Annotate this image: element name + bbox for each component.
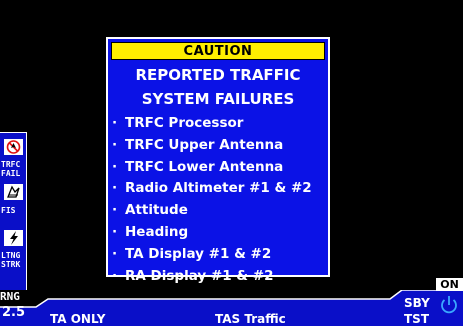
caution-dialog: CAUTION REPORTED TRAFFIC SYSTEM FAILURES… xyxy=(106,37,330,284)
mfd-screen: CAUTION REPORTED TRAFFIC SYSTEM FAILURES… xyxy=(0,0,463,326)
bullet-icon: · xyxy=(112,115,118,131)
power-icon[interactable] xyxy=(438,294,460,316)
bullet-icon: · xyxy=(112,202,118,219)
failure-label: TRFC Processor xyxy=(125,115,244,131)
failure-item: · Radio Altimeter #1 & #2 xyxy=(112,178,326,200)
traffic-fail-icon[interactable] xyxy=(3,138,24,156)
failure-item: · Heading xyxy=(112,222,326,244)
traffic-source: TAS Traffic xyxy=(215,312,286,326)
range-value[interactable]: 2.5 xyxy=(2,305,25,321)
traffic-mode: TA ONLY xyxy=(50,312,106,326)
failure-label: Attitude xyxy=(125,202,188,219)
bullet-icon: · xyxy=(112,136,118,153)
failure-label: TRFC Upper Antenna xyxy=(125,136,284,153)
failure-item: · RA Display #1 & #2 xyxy=(112,266,326,288)
failure-item: · TRFC Processor xyxy=(112,113,326,135)
caution-title-line2: SYSTEM FAILURES xyxy=(141,90,295,108)
failure-label: RA Display #1 & #2 xyxy=(125,267,274,284)
test-button[interactable]: TST xyxy=(404,312,429,326)
failure-label: TRFC Lower Antenna xyxy=(125,158,284,175)
standby-button[interactable]: SBY xyxy=(404,296,430,310)
failure-label: Heading xyxy=(125,223,189,240)
left-sidebar: TRFC FAIL FIS LTNG STRK xyxy=(0,132,27,290)
bullet-icon: · xyxy=(112,245,118,262)
ltng-label-line1: LTNG xyxy=(1,251,21,260)
range-label: RNG xyxy=(0,290,20,303)
bullet-icon: · xyxy=(112,158,118,175)
bullet-icon: · xyxy=(112,180,118,197)
caution-header: CAUTION xyxy=(111,42,325,60)
bullet-icon: · xyxy=(112,267,118,284)
failure-item: · TRFC Upper Antenna xyxy=(112,135,326,157)
failure-item: · TRFC Lower Antenna xyxy=(112,157,326,179)
failure-item: · TA Display #1 & #2 xyxy=(112,244,326,266)
trfc-fail-label-line1: TRFC xyxy=(1,160,21,169)
lightning-strike-icon[interactable] xyxy=(3,229,24,247)
trfc-fail-label-line2: FAIL xyxy=(1,169,21,178)
failure-list: · TRFC Processor · TRFC Upper Antenna · TRF… xyxy=(112,113,326,287)
caution-title-line1: REPORTED TRAFFIC xyxy=(135,66,301,84)
failure-label: TA Display #1 & #2 xyxy=(125,245,272,262)
failure-label: Radio Altimeter #1 & #2 xyxy=(125,180,312,197)
fis-label: FIS xyxy=(1,206,16,215)
failure-item: · Attitude xyxy=(112,200,326,222)
fis-icon[interactable] xyxy=(3,183,24,201)
on-status-badge: ON xyxy=(436,278,463,291)
ltng-label-line2: STRK xyxy=(1,260,21,269)
bullet-icon: · xyxy=(112,223,118,240)
